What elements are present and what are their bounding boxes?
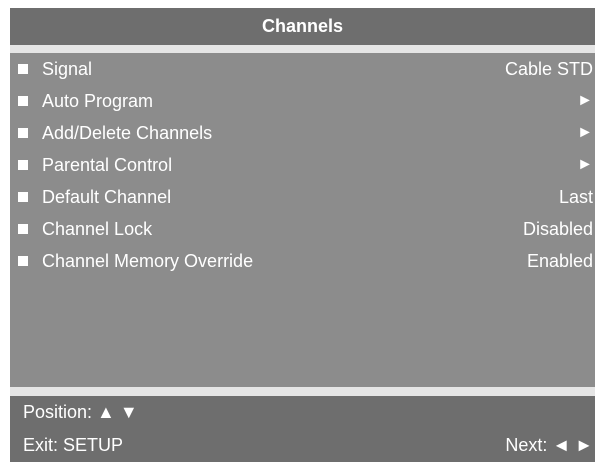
footer-divider xyxy=(10,387,595,396)
menu-item-label: Channel Lock xyxy=(42,219,153,239)
next-hint: Next: ◄ ► xyxy=(505,435,593,455)
title-divider xyxy=(10,45,595,53)
menu-item-auto-program[interactable]: Auto Program ► xyxy=(10,85,595,117)
menu-item-value: Disabled xyxy=(522,219,593,239)
menu-item-default-channel[interactable]: Default Channel Last xyxy=(10,181,595,213)
menu-item-add-delete-channels[interactable]: Add/Delete Channels ► xyxy=(10,117,595,149)
bullet-icon xyxy=(18,160,28,170)
menu-item-channel-memory-override[interactable]: Channel Memory Override Enabled xyxy=(10,245,595,277)
right-arrow-icon: ► xyxy=(577,156,593,173)
menu-item-parental-control[interactable]: Parental Control ► xyxy=(10,149,595,181)
right-arrow-icon: ► xyxy=(577,92,593,109)
menu-item-label: Auto Program xyxy=(42,91,154,111)
menu-item-label: Channel Memory Override xyxy=(42,251,254,271)
menu-item-value: Enabled xyxy=(526,251,593,271)
exit-hint: Exit: SETUP xyxy=(23,435,124,455)
bullet-icon xyxy=(18,128,28,138)
position-hint: Position: ▲ ▼ xyxy=(23,402,138,422)
footer-help-bar: Position: ▲ ▼ Exit: SETUP Next: ◄ ► xyxy=(10,396,595,462)
menu-item-label: Parental Control xyxy=(42,155,173,175)
footer-row-exit-next: Exit: SETUP Next: ◄ ► xyxy=(10,429,595,462)
right-arrow-icon: ► xyxy=(577,124,593,141)
channels-menu-window: Channels Signal Cable STD Auto Program ►… xyxy=(10,8,595,462)
bullet-icon xyxy=(18,224,28,234)
menu-item-value: Cable STD xyxy=(504,59,593,79)
menu-item-value: Last xyxy=(558,187,593,207)
menu-list: Signal Cable STD Auto Program ► Add/Dele… xyxy=(10,53,595,277)
menu-item-label: Add/Delete Channels xyxy=(42,123,213,143)
bullet-icon xyxy=(18,256,28,266)
menu-item-label: Default Channel xyxy=(42,187,172,207)
bullet-icon xyxy=(18,96,28,106)
bullet-icon xyxy=(18,192,28,202)
menu-title: Channels xyxy=(10,8,595,45)
menu-item-channel-lock[interactable]: Channel Lock Disabled xyxy=(10,213,595,245)
bullet-icon xyxy=(18,64,28,74)
footer-row-position: Position: ▲ ▼ xyxy=(10,396,595,429)
menu-item-label: Signal xyxy=(42,59,93,79)
menu-item-signal[interactable]: Signal Cable STD xyxy=(10,53,595,85)
